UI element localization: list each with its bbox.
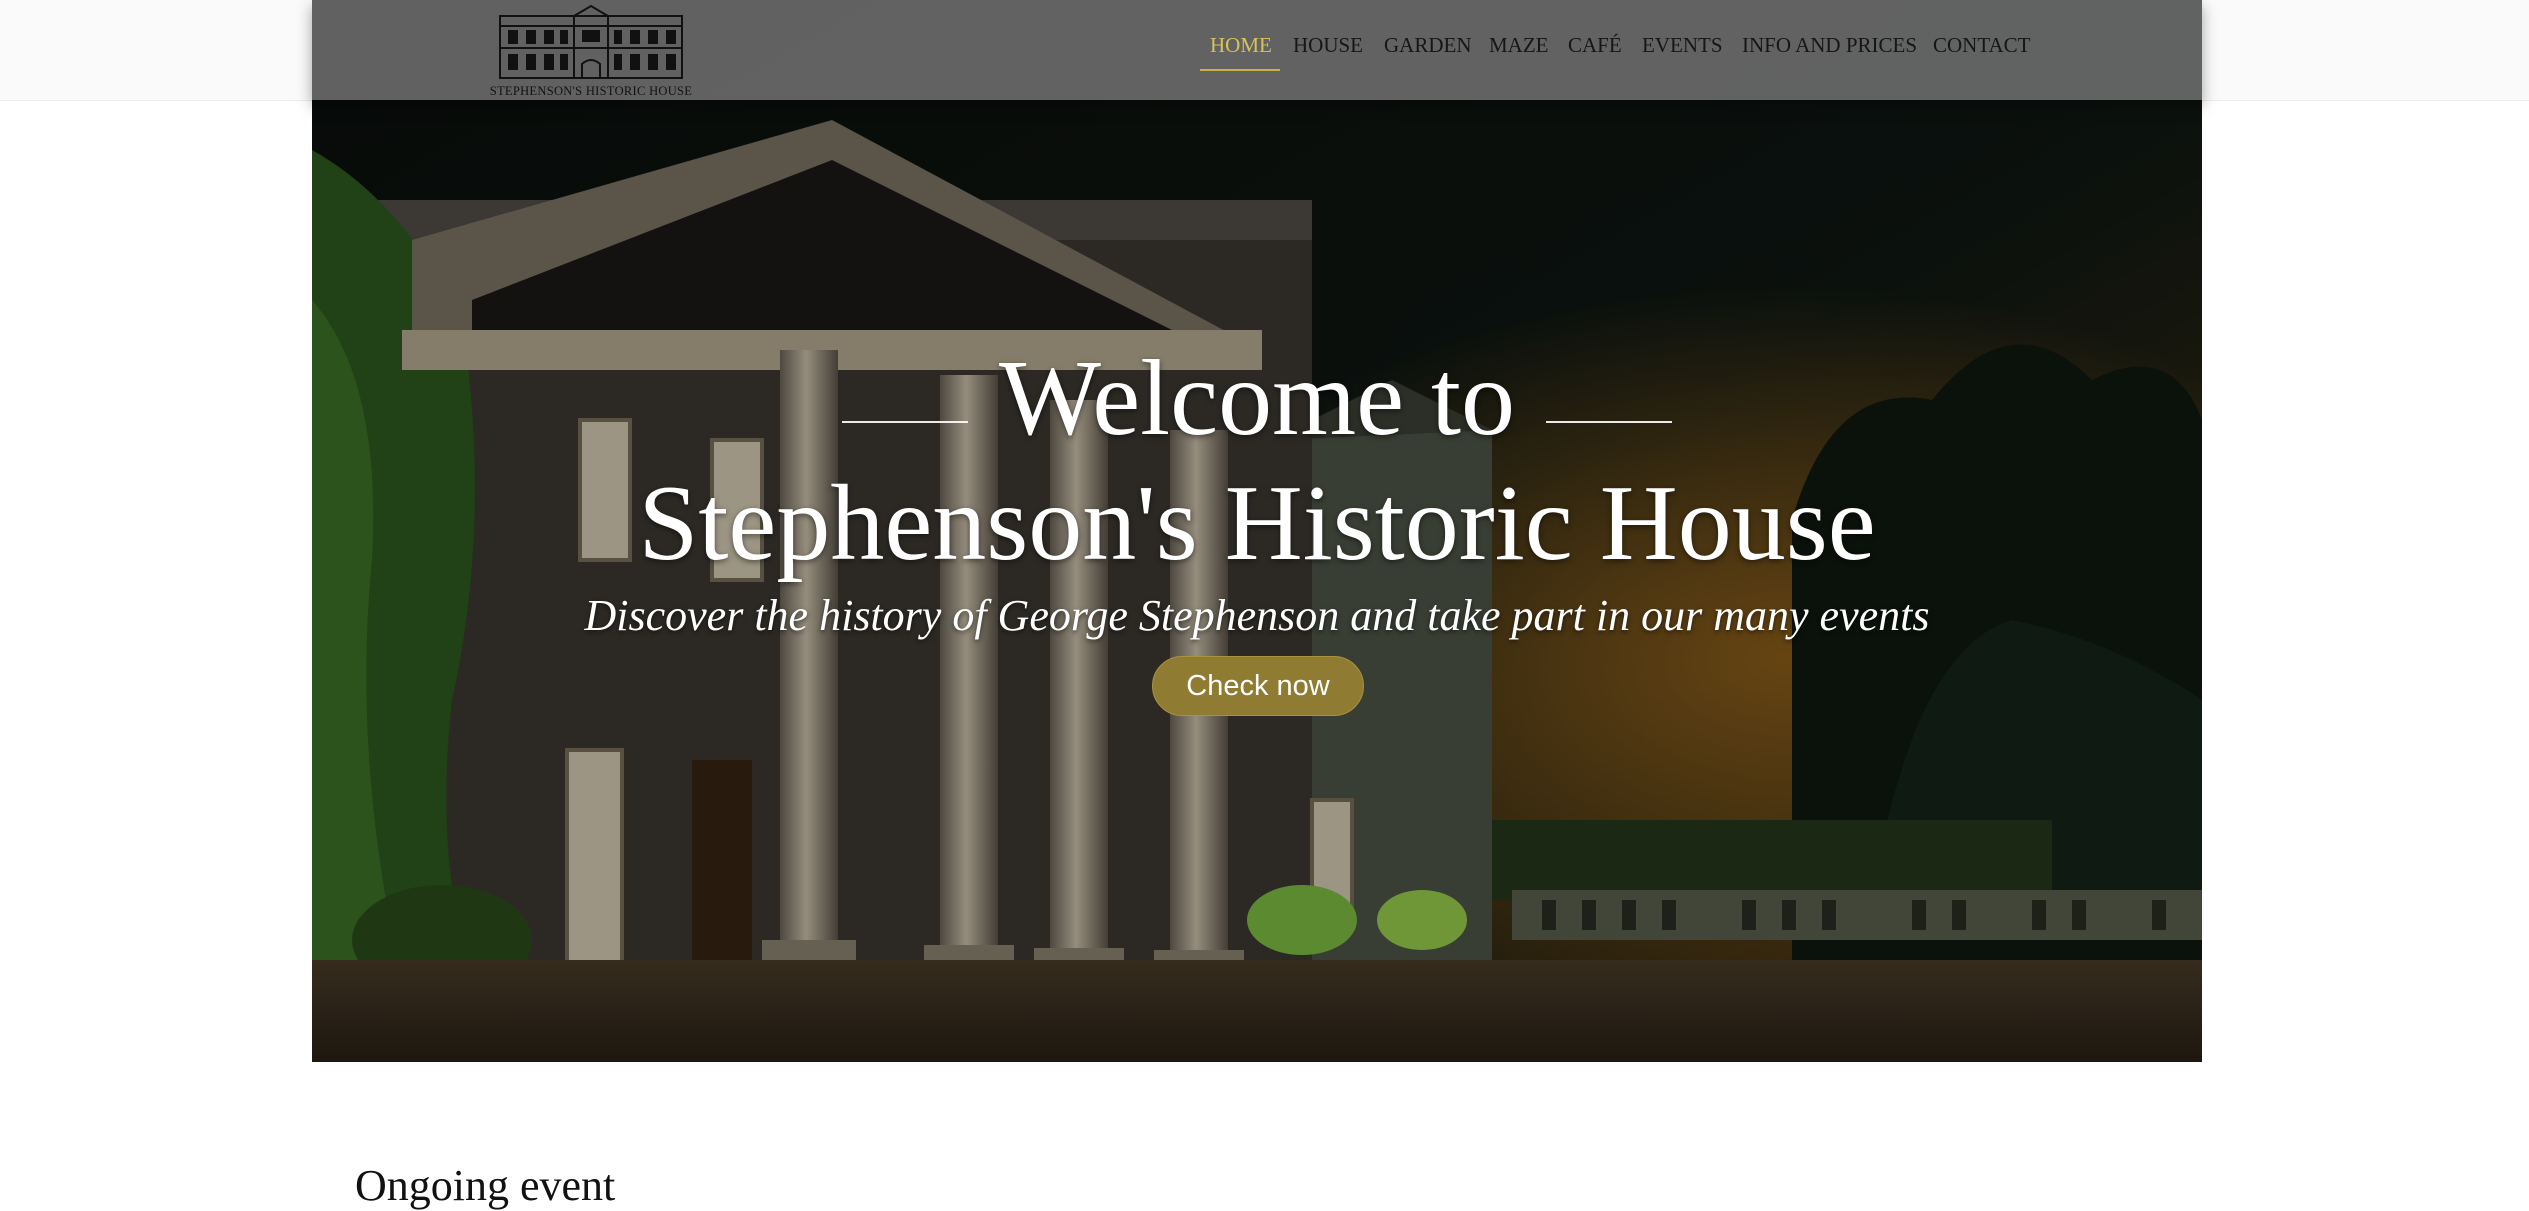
check-now-button[interactable]: Check now	[1152, 656, 1364, 716]
hero-subtitle: Discover the history of George Stephenso…	[584, 591, 1930, 640]
nav-item-garden[interactable]: GARDEN	[1384, 33, 1472, 58]
nav-item-maze[interactable]: MAZE	[1489, 33, 1549, 58]
hero-title-welcome: Welcome to	[998, 339, 1516, 458]
main-nav: HOME HOUSE GARDEN MAZE CAFÉ EVENTS INFO …	[312, 0, 2202, 100]
ongoing-event-heading: Ongoing event	[355, 1161, 616, 1210]
nav-item-house[interactable]: HOUSE	[1293, 33, 1363, 58]
hero-banner: Welcome to Stephenson's Historic House D…	[312, 0, 2202, 1062]
active-nav-indicator	[1200, 69, 1280, 71]
nav-item-info-and-prices[interactable]: INFO AND PRICES	[1742, 33, 1917, 58]
site-header: STEPHENSON'S HISTORIC HOUSE HOME HOUSE G…	[312, 0, 2202, 100]
nav-item-contact[interactable]: CONTACT	[1933, 33, 2030, 58]
nav-item-cafe[interactable]: CAFÉ	[1568, 33, 1622, 58]
hero-title-house-name: Stephenson's Historic House	[638, 464, 1876, 583]
nav-item-home[interactable]: HOME	[1210, 33, 1272, 58]
nav-item-events[interactable]: EVENTS	[1642, 33, 1723, 58]
